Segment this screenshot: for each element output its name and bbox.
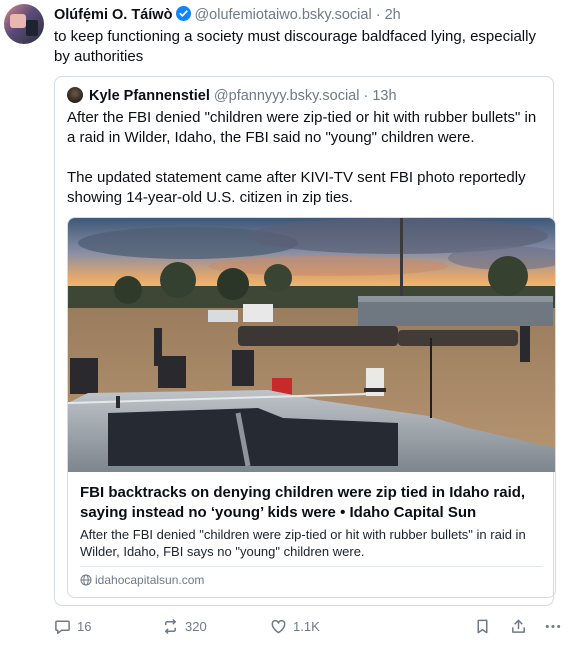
reply-count: 16 [77,619,92,634]
author-avatar[interactable] [4,4,44,44]
quote-author-avatar [67,87,83,103]
quote-author-name[interactable]: Kyle Pfannenstiel [89,88,210,104]
quote-author-handle[interactable]: @pfannyyy.bsky.social [214,88,360,104]
author-handle[interactable]: @olufemiotaiwo.bsky.social [194,7,371,23]
quote-time[interactable]: 13h [372,88,396,104]
post-time[interactable]: 2h [385,7,401,23]
post-header: Olúfẹ́mi O. Táíwò @olufemiotaiwo.bsky.soc… [54,6,401,25]
more-options-button[interactable] [544,618,562,635]
link-card-description: After the FBI denied "children were zip-… [80,527,526,559]
link-card-title[interactable]: FBI backtracks on denying children were … [80,483,545,523]
separator-dot: · [363,88,369,104]
link-card-divider [80,566,543,567]
link-card[interactable]: FBI backtracks on denying children were … [67,217,556,598]
bookmark-button[interactable] [474,618,491,635]
separator-dot: · [375,7,381,23]
globe-icon [80,573,95,587]
post-actions: 16 320 1.1K [54,618,566,640]
repost-button[interactable]: 320 [162,618,207,635]
quote-text: After the FBI denied "children were zip-… [67,108,545,228]
bookmark-icon [474,618,491,635]
like-count: 1.1K [293,619,320,634]
link-card-image [68,218,555,472]
avatar-shape [10,14,26,28]
reply-button[interactable]: 16 [54,618,91,635]
share-icon [510,618,527,635]
link-card-domain: idahocapitalsun.com [95,573,205,587]
link-card-domain-row: idahocapitalsun.com [80,573,204,587]
author-name[interactable]: Olúfẹ́mi O. Táíwò [54,7,172,23]
avatar-shape [26,20,38,36]
more-icon [544,618,562,635]
quote-paragraph: The updated statement came after KIVI-TV… [67,169,526,206]
quote-paragraph: After the FBI denied "children were zip-… [67,109,537,146]
verified-badge-icon [176,6,192,25]
share-button[interactable] [510,618,527,635]
quoted-post[interactable]: Kyle Pfannenstiel @pfannyyy.bsky.social … [54,76,556,606]
like-icon [270,618,287,635]
reply-icon [54,618,71,635]
repost-count: 320 [185,619,207,634]
quote-header: Kyle Pfannenstiel @pfannyyy.bsky.social … [67,87,397,104]
repost-icon [162,618,179,635]
like-button[interactable]: 1.1K [270,618,320,635]
post-text: to keep functioning a society must disco… [54,28,536,65]
